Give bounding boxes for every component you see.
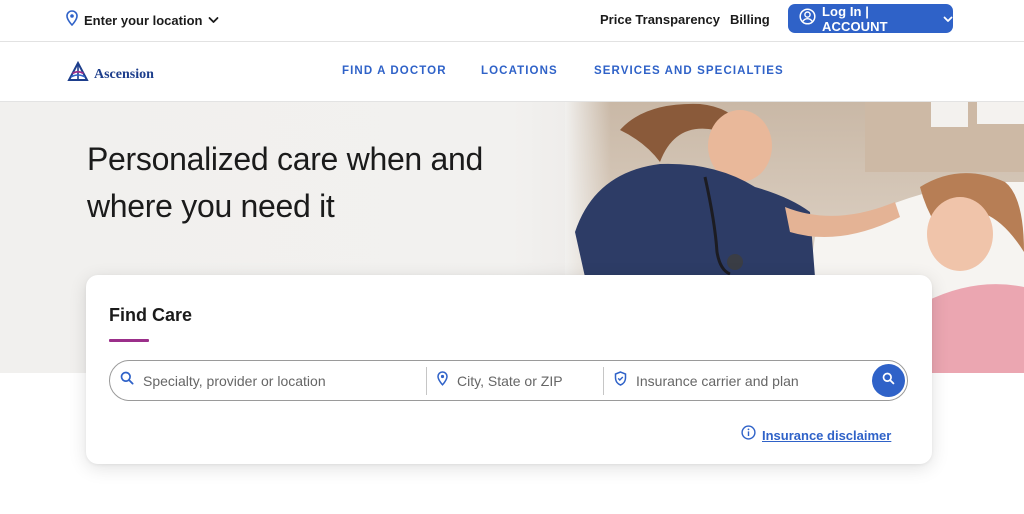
user-circle-icon [799,7,816,30]
city-state-zip-input[interactable] [457,372,602,389]
info-icon [741,425,756,445]
login-account-button[interactable]: Log In | ACCOUNT [788,3,953,34]
nav-find-doctor[interactable]: FIND A DOCTOR [342,65,447,77]
login-label: Log In | ACCOUNT [822,3,888,34]
search-icon [882,372,895,390]
title-accent-underline [109,339,149,342]
chevron-down-icon [943,10,953,28]
find-care-search-bar [109,360,908,401]
nav-locations[interactable]: LOCATIONS [481,65,558,77]
main-nav: Ascension FIND A DOCTOR LOCATIONS SERVIC… [0,42,1024,102]
location-label: Enter your location [84,12,203,28]
search-icon [120,371,134,390]
nav-services-specialties[interactable]: SERVICES AND SPECIALTIES [594,65,784,77]
map-pin-icon [66,9,78,31]
insurance-segment [604,361,866,400]
insurance-input[interactable] [636,372,866,389]
insurance-disclaimer-label: Insurance disclaimer [762,427,892,443]
find-care-title: Find Care [109,305,193,325]
specialty-input[interactable] [143,372,425,389]
specialty-segment [110,361,425,400]
search-submit-button[interactable] [872,364,905,397]
shield-icon [614,370,627,391]
chevron-down-icon [208,11,219,29]
find-care-card: Find Care Specialty, provider or locatio… [86,275,932,464]
logo-wordmark: Ascension [94,66,154,82]
insurance-disclaimer-link[interactable]: Insurance disclaimer [741,425,891,445]
location-segment [427,361,602,400]
location-picker[interactable]: Enter your location [66,9,219,31]
price-transparency-link[interactable]: Price Transparency [600,12,720,27]
ascension-logo-icon [66,60,90,88]
billing-link[interactable]: Billing [730,12,770,27]
ascension-logo[interactable]: Ascension [66,60,154,88]
utility-bar: Enter your location Price Transparency B… [0,0,1024,42]
hero-title: Personalized care when and where you nee… [87,141,484,224]
map-pin-icon [437,370,448,391]
